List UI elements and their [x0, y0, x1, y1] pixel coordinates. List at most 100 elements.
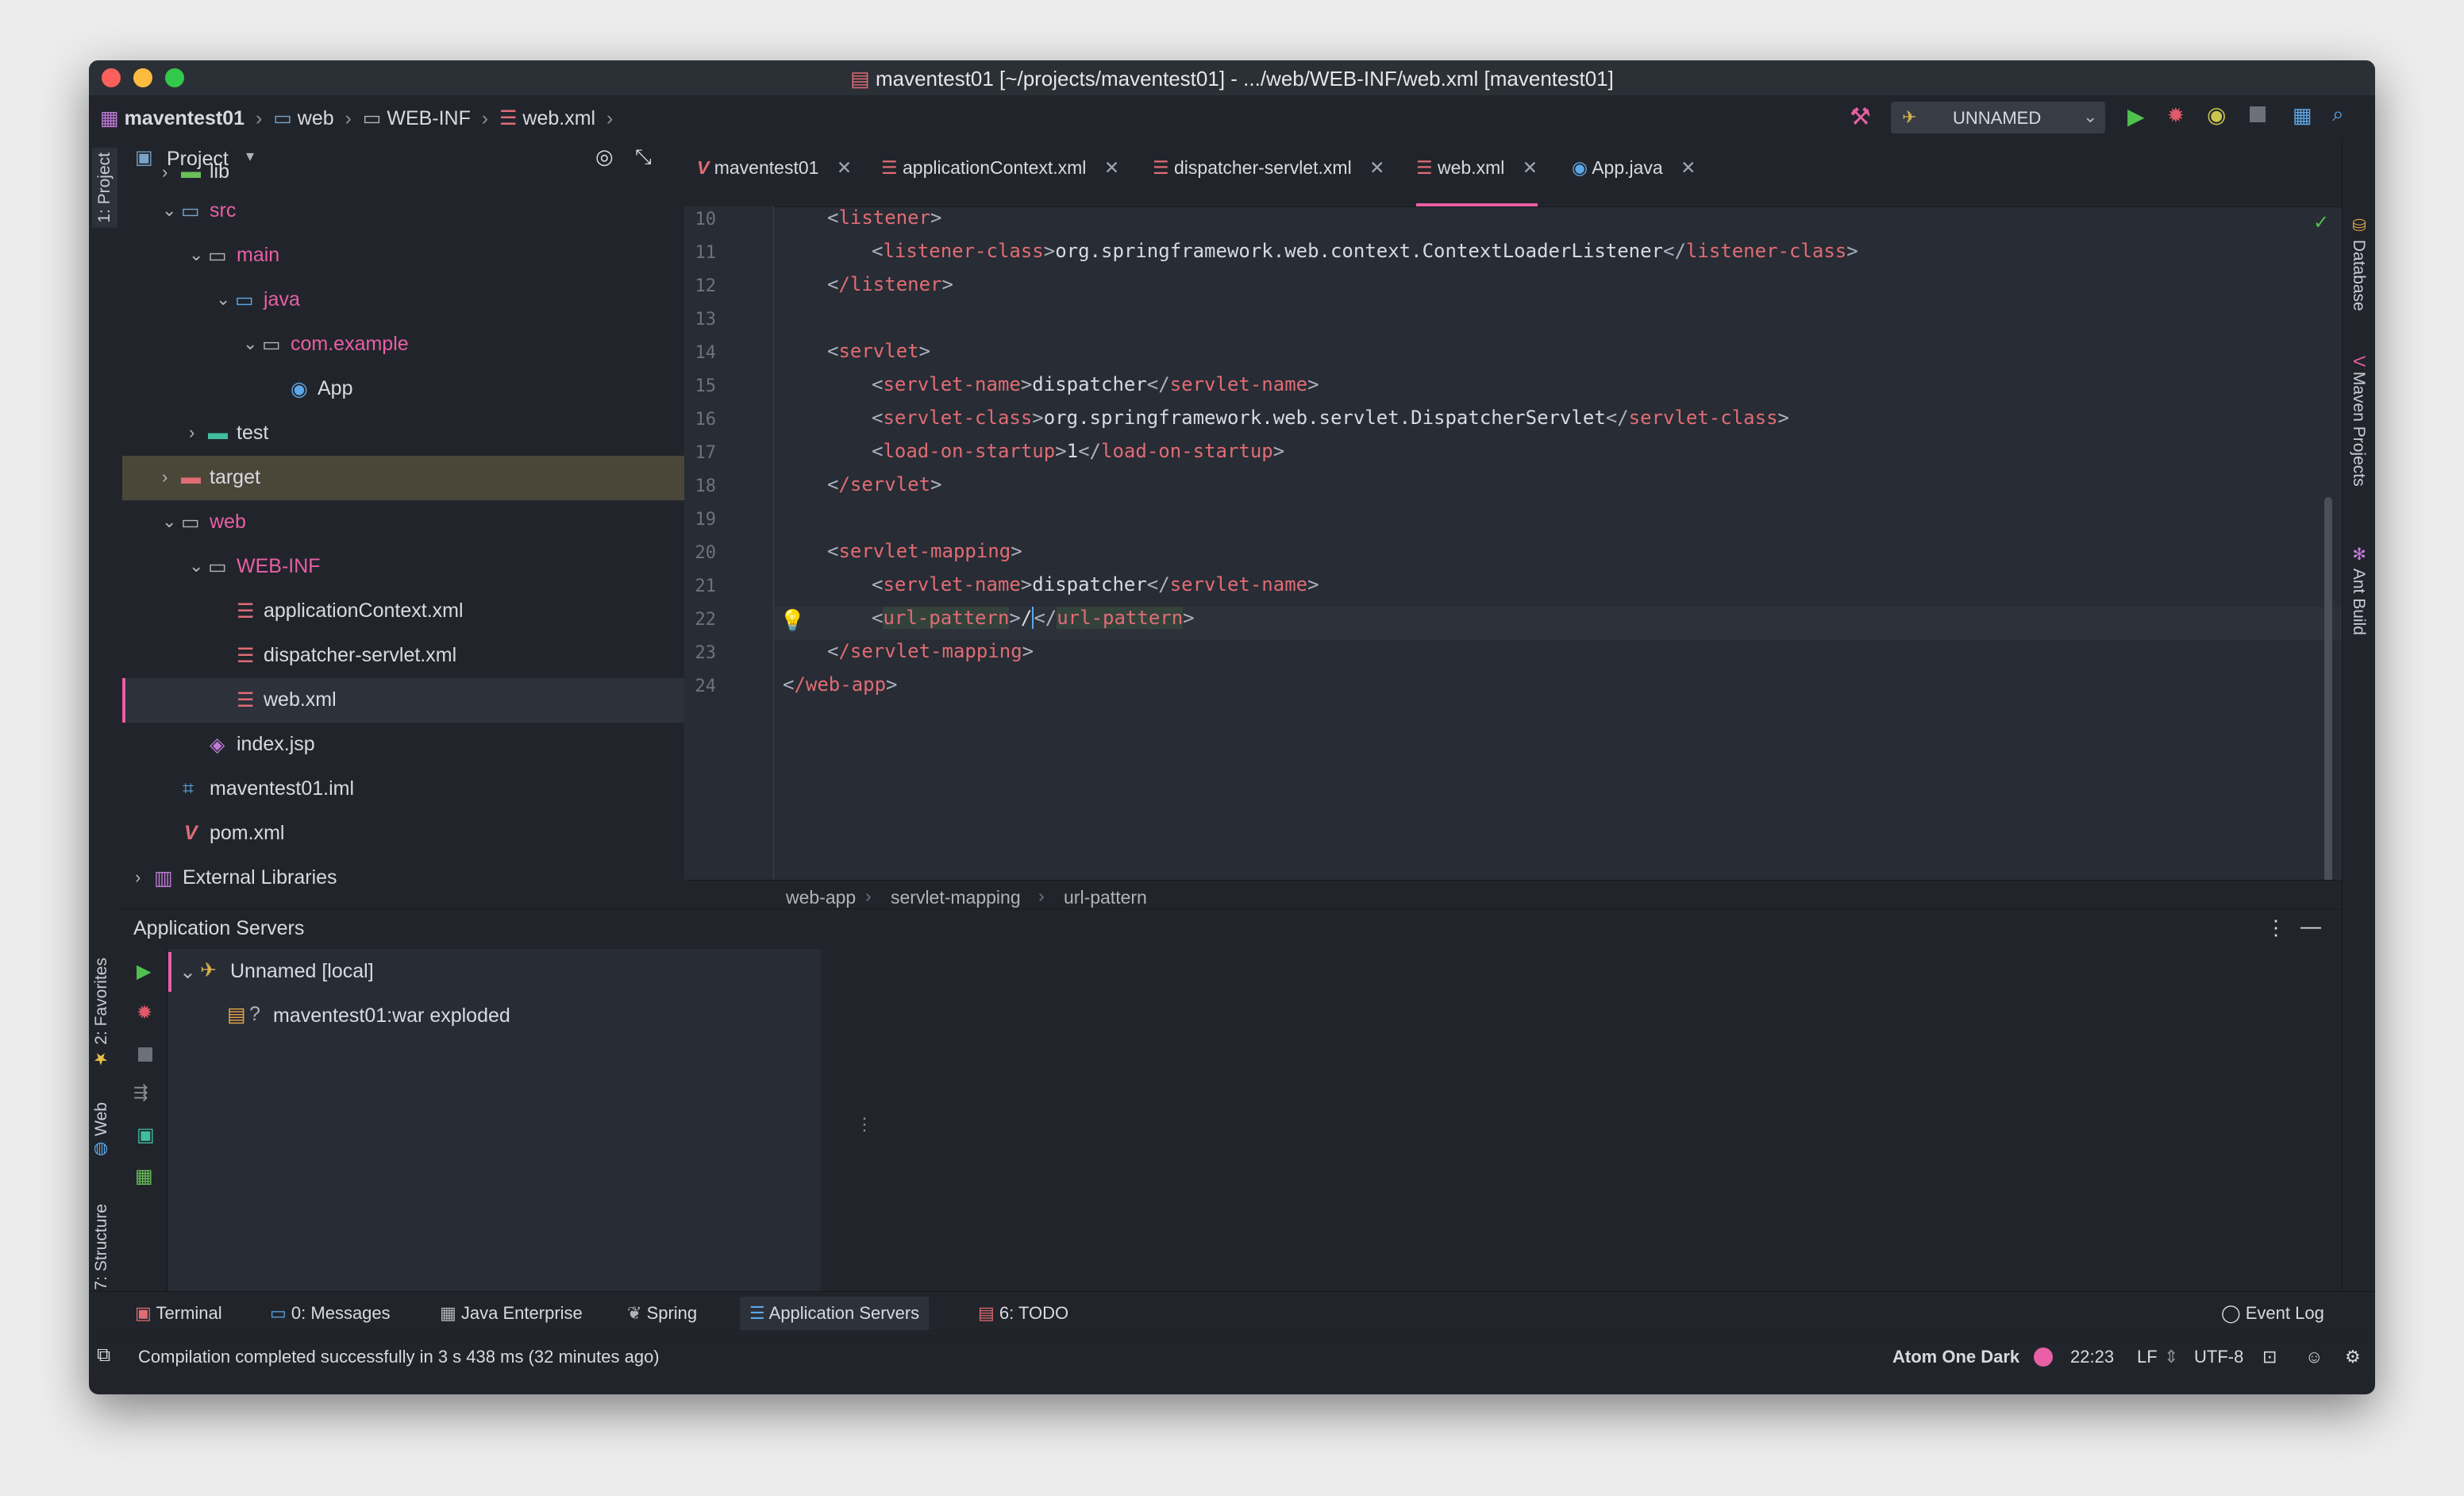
event-log-button[interactable]: ◯ Event Log	[2221, 1303, 2324, 1324]
tree-item-label: src	[210, 199, 237, 222]
tree-item-com-example[interactable]: ⌄ ▭ com.example	[122, 322, 684, 367]
tree-item-applicationcontext[interactable]: ☰ applicationContext.xml	[122, 589, 684, 634]
tool-tab-java-enterprise[interactable]: ▦ Java Enterprise	[440, 1303, 583, 1324]
chevron-right-icon: ›	[339, 107, 357, 129]
folder-icon: ▭	[362, 107, 382, 129]
tree-item-web[interactable]: ⌄ ▭ web	[122, 500, 684, 545]
run-coverage-icon[interactable]: ◉	[2207, 102, 2226, 128]
tree-item-label: lib	[210, 160, 230, 183]
tree-item-iml[interactable]: ⌗ maventest01.iml	[122, 767, 684, 812]
stop-icon[interactable]	[138, 1047, 152, 1062]
tab-label: applicationContext.xml	[903, 157, 1087, 178]
debug-bug-icon[interactable]: ✹	[2167, 103, 2185, 128]
tree-item-web-inf[interactable]: ⌄ ▭ WEB-INF	[122, 545, 684, 589]
libraries-icon: ▥	[154, 867, 173, 889]
tree-item-src[interactable]: ⌄ ▭ src	[122, 189, 684, 233]
tree-item-target[interactable]: › ▬ target	[122, 456, 684, 500]
code-content[interactable]: <listener> <listener-class>org.springfra…	[780, 206, 2320, 880]
breadcrumb-project[interactable]: maventest01	[125, 107, 244, 129]
tree-item-main[interactable]: ⌄ ▭ main	[122, 233, 684, 278]
deploy-icon[interactable]: ⇶	[133, 1082, 148, 1103]
tool-tab-messages[interactable]: ▭ 0: Messages	[270, 1303, 391, 1324]
layers-icon[interactable]: ⧉	[97, 1344, 110, 1367]
folder-icon: ▭	[181, 511, 200, 534]
hide-panel-icon[interactable]: —	[2300, 914, 2321, 939]
package-icon: ▭	[262, 334, 281, 356]
line-separator[interactable]: LF	[2137, 1347, 2158, 1367]
run-icon[interactable]: ▶	[137, 960, 151, 983]
update-icon[interactable]: ▣	[137, 1124, 155, 1147]
debug-bug-icon[interactable]: ✹	[137, 1001, 152, 1024]
tree-item-test[interactable]: › ▬ test	[122, 411, 684, 456]
lock-icon[interactable]: ⊡	[2262, 1347, 2277, 1367]
tab-web-xml[interactable]: ☰ web.xml ✕	[1416, 157, 1538, 206]
tree-item-label: test	[237, 422, 269, 444]
close-icon[interactable]: ✕	[1523, 157, 1538, 178]
close-icon[interactable]: ✕	[1681, 157, 1696, 178]
tab-maventest01[interactable]: V maventest01 ✕	[697, 157, 852, 206]
tool-tab-application-servers[interactable]: ☰ Application Servers	[740, 1297, 930, 1330]
xml-tag: listener-class	[883, 240, 1044, 262]
tree-item-app[interactable]: ◉ App	[122, 367, 684, 411]
run-icon[interactable]: ▶	[2127, 103, 2145, 129]
xml-breadcrumb-item[interactable]: web-app	[786, 887, 856, 908]
test-folder-icon: ▬	[208, 422, 228, 444]
tab-app-java[interactable]: ◉ App.java ✕	[1572, 157, 1696, 206]
tree-item-pom[interactable]: V pom.xml	[122, 812, 684, 856]
build-hammer-icon[interactable]: ⚒	[1850, 103, 1871, 131]
artifact-label: maventest01:war exploded	[273, 1004, 510, 1027]
project-structure-icon[interactable]: ▦	[2293, 103, 2312, 128]
breadcrumb-web-inf[interactable]: WEB-INF	[387, 107, 471, 129]
close-icon[interactable]: ✕	[1369, 157, 1384, 178]
vertical-scrollbar[interactable]	[2324, 497, 2332, 934]
tree-item-dispatcher-servlet[interactable]: ☰ dispatcher-servlet.xml	[122, 634, 684, 678]
file-encoding[interactable]: UTF-8	[2194, 1347, 2243, 1367]
chevron-down-icon: ⌄	[2083, 106, 2098, 126]
resize-handle[interactable]: ⋮	[856, 1114, 873, 1135]
speech-bubble-icon: ◯	[2221, 1303, 2241, 1323]
tomcat-icon: ✈	[1902, 107, 1917, 127]
xml-tag: url-pattern	[883, 607, 1010, 629]
close-icon[interactable]: ✕	[1104, 157, 1119, 178]
tab-dispatcher-servlet[interactable]: ☰ dispatcher-servlet.xml ✕	[1153, 157, 1384, 206]
tree-item-index-jsp[interactable]: ◈ index.jsp	[122, 723, 684, 767]
tree-item-web-xml[interactable]: ☰ web.xml	[122, 678, 684, 723]
tool-tab-project[interactable]: 1: Project	[92, 148, 117, 228]
server-row[interactable]: ⌄ ✈ Unnamed [local]	[168, 952, 821, 992]
close-icon[interactable]: ✕	[837, 157, 852, 178]
xml-text: org.springframework.web.servlet.Dispatch…	[1043, 407, 1606, 429]
caret-position[interactable]: 22:23	[2070, 1347, 2114, 1367]
settings-icon[interactable]: ⚙	[2345, 1347, 2361, 1367]
tree-item-java[interactable]: ⌄ ▭ java	[122, 278, 684, 322]
maven-icon: V	[2350, 356, 2368, 368]
tool-tab-label: Web	[92, 1102, 110, 1136]
tool-tab-ant[interactable]: ✻ Ant Build	[2349, 545, 2368, 635]
xml-breadcrumb-item[interactable]: url-pattern	[1064, 887, 1147, 908]
more-options-icon[interactable]: ⋮	[2266, 916, 2286, 940]
tool-tab-maven[interactable]: V Maven Projects	[2349, 356, 2368, 487]
xml-tag: servlet-name	[1169, 573, 1308, 596]
tree-item-external-libraries[interactable]: › ▥ External Libraries	[122, 856, 684, 900]
xml-file-icon: ☰	[881, 157, 898, 178]
search-icon[interactable]: ⌕	[2332, 102, 2344, 127]
run-configuration-select[interactable]: ✈ UNNAMED ⌄	[1891, 102, 2105, 133]
tool-tab-web[interactable]: ◍ Web	[92, 1102, 111, 1160]
tool-tab-terminal[interactable]: ▣ Terminal	[135, 1303, 222, 1324]
stop-icon[interactable]	[2250, 106, 2266, 122]
breadcrumb-web[interactable]: web	[298, 107, 334, 129]
breadcrumb-file[interactable]: web.xml	[522, 107, 595, 129]
artifacts-icon[interactable]: ▦	[135, 1165, 153, 1188]
tool-tab-spring[interactable]: ❦ Spring	[627, 1303, 697, 1324]
xml-breadcrumb-item[interactable]: servlet-mapping	[891, 887, 1021, 908]
xml-text: org.springframework.web.context.ContextL…	[1055, 240, 1664, 262]
inspector-icon[interactable]: ☺	[2305, 1347, 2323, 1367]
tool-tab-favorites[interactable]: ★ 2: Favorites	[92, 958, 111, 1069]
theme-indicator[interactable]: Atom One Dark	[1892, 1347, 2019, 1367]
line-number: 11	[695, 243, 717, 263]
tool-tab-label: Terminal	[156, 1303, 222, 1323]
tree-item-label: maventest01.iml	[210, 777, 355, 800]
artifact-row[interactable]: ▤ ? maventest01:war exploded	[168, 997, 821, 1036]
tab-applicationcontext[interactable]: ☰ applicationContext.xml ✕	[881, 157, 1119, 206]
tool-tab-database[interactable]: ⛁ Database	[2349, 216, 2368, 311]
tool-tab-todo[interactable]: ▤ 6: TODO	[978, 1303, 1068, 1324]
